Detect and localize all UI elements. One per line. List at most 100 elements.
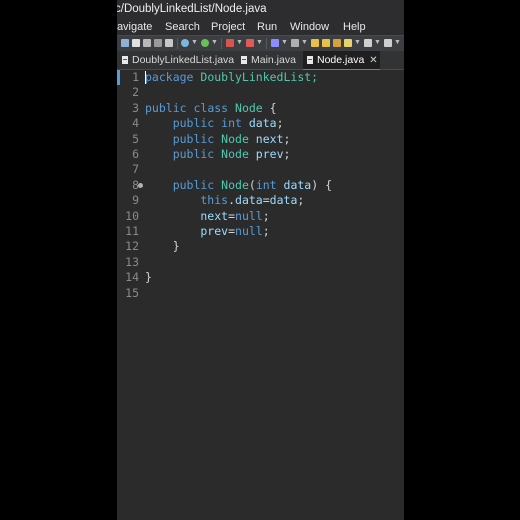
code-token: null bbox=[235, 224, 263, 238]
code-token: ; bbox=[262, 208, 270, 223]
new-icon[interactable] bbox=[132, 39, 140, 47]
code-area[interactable]: package DoublyLinkedList; public class No… bbox=[145, 70, 404, 520]
folder-icon[interactable] bbox=[322, 39, 330, 47]
chevron-down-icon[interactable]: ▼ bbox=[281, 37, 288, 49]
chevron-down-icon[interactable]: ▼ bbox=[256, 37, 263, 49]
fold-icon[interactable] bbox=[138, 182, 143, 188]
code-token: public bbox=[145, 116, 222, 131]
code-token: data bbox=[269, 193, 298, 208]
line-number: 11 bbox=[125, 224, 139, 238]
line-number: 14 bbox=[125, 270, 139, 285]
chevron-down-icon[interactable]: ▼ bbox=[394, 37, 401, 49]
code-line[interactable]: prev=null; bbox=[145, 224, 270, 239]
code-token: } bbox=[145, 239, 180, 254]
line-number: 3 bbox=[132, 100, 139, 115]
code-token: prev bbox=[255, 147, 284, 161]
menu-navigate[interactable]: Navigate bbox=[117, 19, 152, 35]
build-icon[interactable] bbox=[165, 39, 173, 47]
line-number: 12 bbox=[125, 239, 139, 254]
code-token: = bbox=[262, 193, 270, 208]
menu-window[interactable]: Window bbox=[290, 19, 329, 35]
chevron-down-icon[interactable]: ▼ bbox=[354, 37, 361, 49]
code-token: data bbox=[248, 116, 277, 131]
code-token: ; bbox=[262, 224, 270, 238]
code-token: this bbox=[145, 193, 229, 208]
chevron-down-icon[interactable]: ▼ bbox=[301, 37, 308, 49]
folder-icon[interactable] bbox=[311, 39, 319, 47]
code-line[interactable]: package DoublyLinkedList; bbox=[145, 70, 318, 85]
code-token: data bbox=[283, 177, 312, 192]
package-icon[interactable] bbox=[333, 39, 341, 47]
save-icon[interactable] bbox=[121, 39, 129, 47]
code-line[interactable]: this.data=data; bbox=[145, 193, 304, 208]
search-icon[interactable] bbox=[246, 39, 254, 47]
close-icon[interactable]: ✕ bbox=[369, 55, 377, 66]
code-token: public bbox=[145, 131, 222, 146]
toolbar-separator bbox=[221, 38, 222, 49]
menu-project[interactable]: Project bbox=[211, 19, 245, 35]
code-token: prev bbox=[145, 224, 229, 238]
tab-label: Main.java bbox=[251, 54, 296, 66]
code-token: ; bbox=[283, 131, 291, 146]
code-token: = bbox=[228, 224, 236, 238]
code-token: package bbox=[145, 70, 201, 84]
menu-run[interactable]: Run bbox=[257, 19, 277, 35]
run-icon[interactable] bbox=[181, 39, 189, 47]
line-number: 13 bbox=[125, 254, 139, 269]
chevron-down-icon[interactable]: ▼ bbox=[374, 37, 381, 49]
debug-icon[interactable] bbox=[201, 39, 209, 47]
open-icon[interactable] bbox=[143, 39, 151, 47]
code-token: { bbox=[269, 100, 277, 115]
current-line-marker bbox=[117, 70, 120, 85]
toolbar-separator bbox=[177, 38, 178, 49]
code-editor[interactable]: 1 2 3 4 5 6 7 8 9 10 11 12 13 14 15 package DoublyLink… bbox=[117, 70, 404, 520]
tab-doublylinkedlist[interactable]: DoublyLinkedList.java bbox=[119, 51, 240, 69]
code-line[interactable]: public int data; bbox=[145, 116, 284, 131]
code-line[interactable]: public Node(int data) { bbox=[145, 178, 332, 193]
code-token: ; bbox=[283, 147, 291, 161]
stop-icon[interactable] bbox=[226, 39, 234, 47]
code-line[interactable]: public Node next; bbox=[145, 131, 291, 147]
toolbar: ▼ ▼ ▼ ▼ ▼ ▼ ▼ ▼ ▼ bbox=[117, 35, 404, 51]
code-token: null bbox=[235, 208, 263, 223]
code-token: data bbox=[235, 193, 263, 208]
code-line[interactable]: public Node prev; bbox=[145, 147, 291, 162]
code-line[interactable]: } bbox=[145, 239, 180, 254]
code-token: int bbox=[255, 177, 284, 192]
print-icon[interactable] bbox=[154, 39, 162, 47]
line-number: 7 bbox=[132, 162, 139, 177]
java-file-icon bbox=[307, 56, 313, 64]
code-token: Node bbox=[221, 147, 256, 161]
chevron-down-icon[interactable]: ▼ bbox=[236, 37, 243, 49]
line-number: 9 bbox=[132, 193, 139, 208]
chevron-down-icon[interactable]: ▼ bbox=[191, 37, 198, 49]
line-number: 5 bbox=[132, 131, 139, 146]
code-token: next bbox=[145, 208, 229, 223]
tab-node[interactable]: Node.java ✕ bbox=[303, 51, 380, 71]
menu-search[interactable]: Search bbox=[165, 19, 200, 35]
navigate-icon[interactable] bbox=[291, 39, 299, 47]
editor-tabs: DoublyLinkedList.java Main.java Node.jav… bbox=[117, 51, 404, 71]
code-line[interactable]: } bbox=[145, 270, 152, 285]
forward-icon[interactable] bbox=[384, 39, 392, 47]
code-token: . bbox=[228, 193, 236, 208]
code-line[interactable]: next=null; bbox=[145, 208, 270, 224]
code-token: Node bbox=[221, 131, 256, 146]
ide-window: c/DoublyLinkedList/Node.java Navigate Se… bbox=[117, 0, 404, 520]
line-number: 6 bbox=[132, 147, 139, 161]
chevron-down-icon[interactable]: ▼ bbox=[211, 37, 218, 49]
pen-icon[interactable] bbox=[344, 39, 352, 47]
title-bar: c/DoublyLinkedList/Node.java bbox=[117, 0, 404, 19]
menu-help[interactable]: Help bbox=[343, 19, 366, 35]
line-number: 4 bbox=[132, 116, 139, 131]
code-token: public bbox=[145, 100, 194, 115]
edit-icon[interactable] bbox=[271, 39, 279, 47]
code-token: = bbox=[228, 208, 236, 223]
menu-bar: Navigate Search Project Run Window Help bbox=[117, 19, 404, 35]
line-number-gutter: 1 2 3 4 5 6 7 8 9 10 11 12 13 14 15 bbox=[117, 70, 143, 520]
code-token: Node bbox=[235, 100, 270, 115]
tab-main[interactable]: Main.java bbox=[239, 51, 299, 69]
toolbar-separator bbox=[266, 38, 267, 49]
back-icon[interactable] bbox=[364, 39, 372, 47]
code-line[interactable]: public class Node { bbox=[145, 101, 277, 116]
